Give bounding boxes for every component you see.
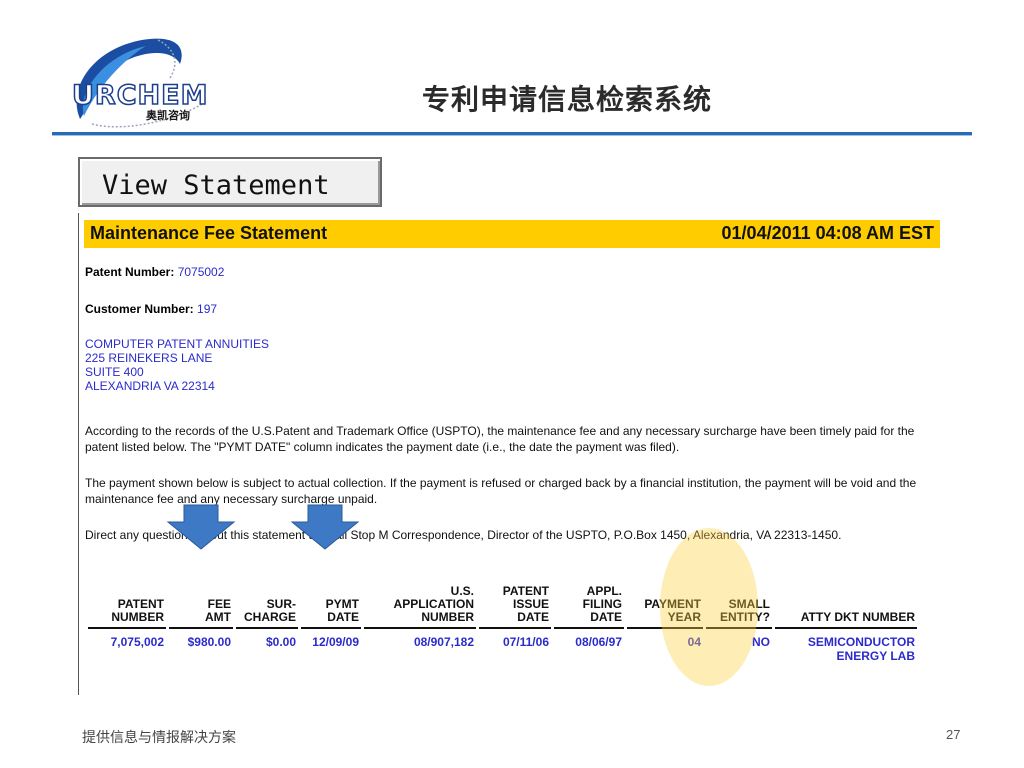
page-number: 27 <box>946 727 961 742</box>
address-line: SUITE 400 <box>85 365 144 379</box>
cell-patent-number: 7,075,002 <box>110 635 164 649</box>
statement-datetime: 01/04/2011 04:08 AM EST <box>721 223 934 243</box>
header-divider-light <box>52 135 972 136</box>
view-statement-button[interactable]: View Statement <box>78 157 382 207</box>
cell-filing-date: 08/06/97 <box>575 635 622 649</box>
cell-fee-amt: $980.00 <box>187 635 231 649</box>
maintenance-fee-table: PATENT NUMBER FEE AMT SUR- CHARGE PYMT DATE … <box>85 585 920 663</box>
customer-number-value: 197 <box>197 302 218 316</box>
cell-issue-date: 07/11/06 <box>502 635 549 649</box>
cell-surcharge: $0.00 <box>265 635 296 649</box>
col-fee-amt: FEE AMT <box>169 585 233 629</box>
patent-number-row: Patent Number: 7075002 <box>85 265 224 279</box>
col-issue-date: PATENT ISSUE DATE <box>479 585 551 629</box>
cell-application-number: 08/907,182 <box>413 635 474 649</box>
table-header-row: PATENT NUMBER FEE AMT SUR- CHARGE PYMT DATE … <box>88 585 917 629</box>
col-application-number: U.S. APPLICATION NUMBER <box>364 585 476 629</box>
page-title: 专利申请信息检索系统 <box>422 83 713 116</box>
cell-pymt-date: 12/09/09 <box>312 635 359 649</box>
col-atty-dkt-number: ATTY DKT NUMBER <box>775 585 917 629</box>
col-filing-date: APPL. FILING DATE <box>554 585 624 629</box>
records-paragraph: According to the records of the U.S.Pate… <box>85 424 915 454</box>
address-line: ALEXANDRIA VA 22314 <box>85 379 215 393</box>
questions-paragraph: Direct any questions about this statemen… <box>85 528 842 542</box>
collection-paragraph: The payment shown below is subject to ac… <box>85 476 917 506</box>
col-surcharge: SUR- CHARGE <box>236 585 298 629</box>
customer-number-row: Customer Number: 197 <box>85 302 217 316</box>
col-payment-year: PAYMENT YEAR <box>627 585 703 629</box>
col-small-entity: SMALL ENTITY? <box>706 585 772 629</box>
patent-number-value: 7075002 <box>177 265 225 279</box>
urchem-logo: URCHEM 奥凯咨询 <box>62 34 232 134</box>
cell-payment-year: 04 <box>687 635 701 649</box>
statement-title-bar: Maintenance Fee Statement 01/04/2011 04:… <box>84 220 940 248</box>
address-line: COMPUTER PATENT ANNUITIES <box>85 337 270 351</box>
statement-title: Maintenance Fee Statement <box>90 223 328 243</box>
logo-subtitle: 奥凯咨询 <box>146 109 190 122</box>
address-line: 225 REINEKERS LANE <box>85 351 213 365</box>
patent-number-label: Patent Number: <box>85 265 175 279</box>
cell-small-entity: NO <box>752 635 770 649</box>
col-patent-number: PATENT NUMBER <box>88 585 166 629</box>
customer-number-label: Customer Number: <box>85 302 194 316</box>
footer-tagline: 提供信息与情报解决方案 <box>82 730 236 746</box>
customer-address: COMPUTER PATENT ANNUITIES 225 REINEKERS … <box>85 337 269 393</box>
panel-left-border <box>78 213 79 695</box>
table-row: 7,075,002 $980.00 $0.00 12/09/09 08/907,… <box>88 629 917 663</box>
cell-atty-dkt-number: SEMICONDUCTOR ENERGY LAB <box>807 635 915 663</box>
col-pymt-date: PYMT DATE <box>301 585 361 629</box>
